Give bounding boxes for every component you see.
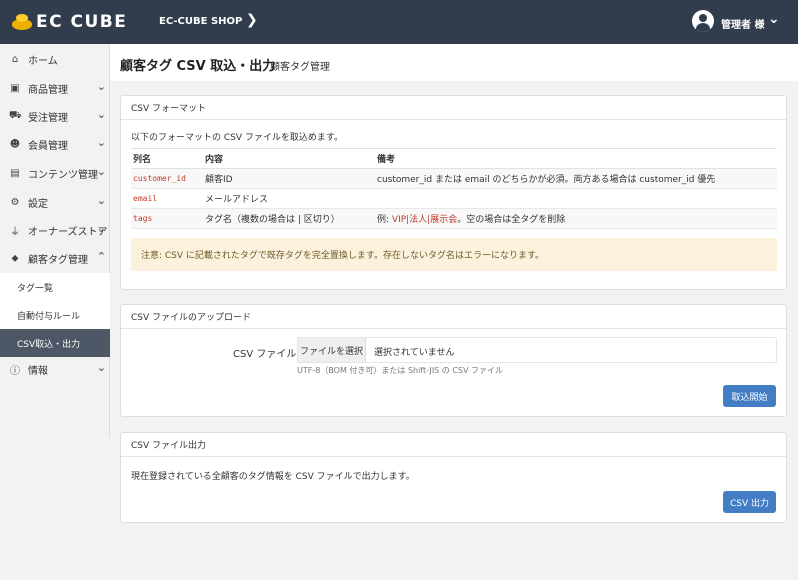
chevron-down-icon: ⌄: [96, 136, 106, 149]
info-icon: ⓘ: [10, 365, 20, 377]
cart-icon: ⛟: [9, 109, 22, 121]
sidebar-subitem-tag-list[interactable]: タグ一覧: [0, 273, 110, 301]
sidebar-item-label: 情報: [28, 365, 48, 377]
column-header: 列名: [131, 148, 203, 169]
sidebar-submenu: タグ一覧 自動付与ルール CSV取込・出力: [0, 273, 110, 357]
chevron-down-icon: ⌄: [96, 165, 106, 178]
column-note: [375, 188, 777, 209]
sidebar-item-label: 設定: [28, 198, 48, 210]
chevron-down-icon: ⌄: [96, 108, 106, 121]
column-content: 顧客ID: [203, 168, 375, 189]
sidebar-item-settings[interactable]: ⚙ 設定 ⌄: [0, 188, 110, 216]
csv-export-card: CSV ファイル出力 現在登録されている全顧客のタグ情報を CSV ファイルで出…: [120, 432, 787, 523]
page-title: 顧客タグ CSV 取込・出力: [120, 59, 276, 74]
sidebar-item-label: オーナーズストア: [28, 226, 108, 238]
card-heading: CSV ファイルのアップロード: [121, 305, 786, 329]
sidebar-item-label: コンテンツ管理: [28, 169, 98, 181]
format-table: 列名 内容 備考 customer_id 顧客ID customer_id また…: [131, 148, 777, 229]
file-input[interactable]: ファイルを選択 選択されていません: [297, 337, 777, 363]
format-intro: 以下のフォーマットの CSV ファイルを取込めます。: [131, 133, 343, 143]
home-icon: ⌂: [11, 53, 19, 65]
chevron-down-icon: ⌄: [96, 80, 106, 93]
sidebar-item-orders[interactable]: ⛟ 受注管理 ⌄: [0, 102, 110, 130]
gear-icon: ⚙: [10, 196, 20, 208]
column-note: customer_id または email のどちらかが必須。両方ある場合は c…: [375, 168, 777, 189]
sidebar-subitem-auto-rules[interactable]: 自動付与ルール: [0, 301, 110, 329]
chevron-down-icon: ⌄: [96, 361, 106, 374]
plug-icon: ⏚: [10, 226, 20, 238]
column-note: 例: VIP|法人|展示会。空の場合は全タグを削除: [375, 208, 777, 229]
shop-name-link[interactable]: EC-CUBE SHOP: [159, 16, 242, 27]
sidebar-item-label: 受注管理: [28, 112, 68, 124]
file-icon: ▤: [10, 167, 20, 179]
sidebar-item-label: 顧客タグ管理: [28, 254, 88, 266]
sidebar-item-label: 商品管理: [28, 84, 68, 96]
import-start-button[interactable]: 取込開始: [723, 385, 776, 407]
file-label: CSV ファイル: [233, 349, 297, 360]
sidebar-item-products[interactable]: ▣ 商品管理 ⌄: [0, 74, 110, 102]
csv-format-card: CSV フォーマット 以下のフォーマットの CSV ファイルを取込めます。 列名…: [120, 95, 787, 290]
users-icon: ☻: [9, 138, 21, 150]
choose-file-button[interactable]: ファイルを選択: [298, 338, 366, 362]
column-name: tags: [133, 213, 153, 223]
user-avatar-icon[interactable]: [692, 10, 714, 32]
top-header: EC CUBE EC-CUBE SHOP ❯ 管理者 様 ⌄: [0, 0, 798, 44]
box-icon: ▣: [10, 82, 20, 94]
chevron-down-icon: ⌄: [96, 222, 106, 235]
column-header: 備考: [375, 148, 777, 169]
cube-logo-icon: [12, 13, 32, 31]
column-name: customer_id: [133, 173, 186, 183]
table-header-row: 列名 内容 備考: [131, 148, 777, 169]
chevron-down-icon[interactable]: ⌄: [768, 11, 780, 27]
file-status: 選択されていません: [374, 348, 455, 358]
table-row: customer_id 顧客ID customer_id または email の…: [131, 168, 777, 189]
sidebar-item-contents[interactable]: ▤ コンテンツ管理 ⌄: [0, 159, 110, 187]
sidebar-subitem-csv[interactable]: CSV取込・出力: [0, 329, 110, 357]
logo-text: EC CUBE: [36, 12, 128, 32]
sidebar-item-info[interactable]: ⓘ 情報 ⌄: [0, 355, 110, 383]
page-header: 顧客タグ CSV 取込・出力 顧客タグ管理: [110, 44, 798, 81]
sidebar-item-label: ホーム: [28, 55, 58, 67]
sidebar: ⌂ ホーム ▣ 商品管理 ⌄ ⛟ 受注管理 ⌄ ☻ 会員管理 ⌄ ▤ コンテンツ…: [0, 44, 110, 438]
logo[interactable]: EC CUBE: [12, 12, 127, 32]
note-suffix: 。空の場合は全タグを削除: [457, 215, 566, 225]
card-heading: CSV フォーマット: [121, 96, 786, 120]
chevron-right-icon[interactable]: ❯: [246, 12, 258, 28]
column-content: タグ名（複数の場合は | 区切り）: [203, 208, 375, 229]
table-row: email メールアドレス: [131, 188, 777, 209]
warning-notice: 注意: CSV に記載されたタグで既存タグを完全置換します。存在しないタグ名はエ…: [131, 238, 777, 271]
csv-upload-card: CSV ファイルのアップロード CSV ファイル ファイルを選択 選択されていま…: [120, 304, 787, 417]
sidebar-item-label: 会員管理: [28, 140, 68, 152]
card-heading: CSV ファイル出力: [121, 433, 786, 457]
user-name[interactable]: 管理者 様: [721, 16, 764, 31]
note-example-code: VIP|法人|展示会: [391, 215, 458, 225]
table-row: tags タグ名（複数の場合は | 区切り） 例: VIP|法人|展示会。空の場…: [131, 208, 777, 229]
chevron-down-icon: ⌄: [96, 194, 106, 207]
sidebar-item-customer-tags[interactable]: ⬥ 顧客タグ管理 ⌃: [0, 244, 110, 272]
tag-icon: ⬥: [11, 252, 19, 264]
csv-export-button[interactable]: CSV 出力: [723, 491, 776, 513]
column-header: 内容: [203, 148, 375, 169]
sidebar-item-home[interactable]: ⌂ ホーム: [0, 45, 110, 73]
chevron-up-icon: ⌃: [96, 250, 106, 263]
sidebar-item-customers[interactable]: ☻ 会員管理 ⌄: [0, 130, 110, 158]
column-name: email: [133, 193, 158, 203]
export-description: 現在登録されている全顧客のタグ情報を CSV ファイルで出力します。: [131, 472, 415, 482]
page-subtitle: 顧客タグ管理: [270, 62, 330, 73]
column-content: メールアドレス: [203, 188, 375, 209]
note-prefix: 例:: [377, 215, 392, 225]
sidebar-item-owners-store[interactable]: ⏚ オーナーズストア ⌄: [0, 216, 110, 244]
file-help-text: UTF-8（BOM 付き可）または Shift-JIS の CSV ファイル: [297, 366, 504, 375]
